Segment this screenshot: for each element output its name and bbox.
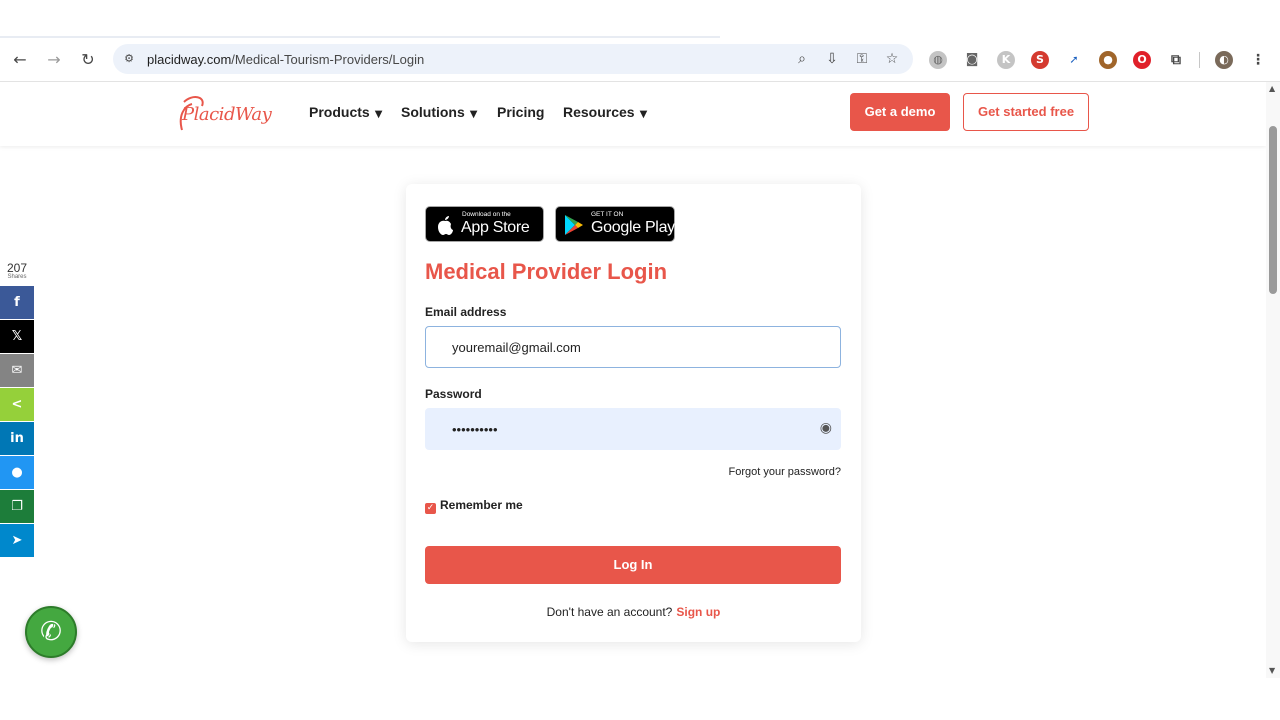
email-value: youremail@gmail.com	[452, 340, 581, 355]
email-share-icon[interactable]: ✉	[0, 354, 34, 387]
google-play-big-text: Google Play	[591, 219, 675, 236]
facebook-share-icon[interactable]: f	[0, 286, 34, 319]
camera-extension-icon[interactable]: ◙	[963, 51, 981, 69]
nav-solutions[interactable]: Solutions ▼	[401, 104, 477, 120]
no-account-text: Don't have an account?	[546, 605, 673, 619]
scroll-down-arrow-icon[interactable]: ▼	[1269, 666, 1275, 675]
url-host: placidway.com	[147, 52, 232, 67]
show-password-eye-icon[interactable]: ◉	[820, 420, 832, 436]
address-bar[interactable]: ⚙ placidway.com/Medical-Tourism-Provider…	[113, 44, 913, 74]
placidway-logo[interactable]: PlacidWay	[178, 92, 272, 132]
opera-extension-icon[interactable]: O	[1133, 51, 1151, 69]
copy-share-icon[interactable]: ❐	[0, 490, 34, 523]
reload-icon[interactable]: ↻	[76, 48, 100, 72]
email-label: Email address	[425, 305, 507, 319]
checkbox-checked-icon[interactable]: ✓	[425, 503, 436, 514]
chevron-down-icon: ▼	[639, 109, 648, 120]
page-title: Medical Provider Login	[425, 259, 668, 284]
forgot-password-link[interactable]: Forgot your password?	[729, 466, 842, 478]
share-count-number: 207	[6, 261, 28, 275]
browser-toolbar: ← → ↻ ⚙ placidway.com/Medical-Tourism-Pr…	[0, 38, 1280, 82]
email-field[interactable]: youremail@gmail.com	[425, 326, 841, 368]
remember-me-checkbox[interactable]: ✓ Remember me	[425, 498, 523, 514]
scroll-up-arrow-icon[interactable]: ▲	[1269, 84, 1275, 93]
x-share-icon[interactable]: 𝕏	[0, 320, 34, 353]
scrollbar-thumb[interactable]	[1269, 126, 1277, 294]
page-scrollbar[interactable]: ▲ ▼	[1266, 82, 1280, 678]
apple-logo-icon	[438, 216, 453, 235]
url-path: /Medical-Tourism-Providers/Login	[231, 52, 425, 67]
nav-products[interactable]: Products ▼	[309, 104, 382, 120]
nav-resources-label: Resources	[563, 104, 635, 120]
app-store-badge[interactable]: Download on the App Store	[425, 206, 544, 242]
password-label: Password	[425, 387, 482, 401]
forward-arrow-icon[interactable]: →	[42, 48, 66, 72]
phone-call-icon[interactable]: ✆	[25, 606, 77, 658]
chevron-down-icon: ▼	[374, 109, 383, 120]
nav-resources[interactable]: Resources ▼	[563, 104, 647, 120]
translate-extension-icon[interactable]: ◍	[929, 51, 947, 69]
telegram-share-icon[interactable]: ➤	[0, 524, 34, 557]
app-store-big-text: App Store	[461, 219, 530, 236]
google-play-badge[interactable]: GET IT ON Google Play	[555, 206, 675, 242]
nav-pricing[interactable]: Pricing	[497, 104, 544, 120]
share-count: 207 Shares	[4, 262, 30, 281]
signup-row: Don't have an account? Sign up	[406, 605, 861, 619]
linkedin-share-icon[interactable]: in	[0, 422, 34, 455]
k-extension-icon[interactable]: K	[997, 51, 1015, 69]
login-card: Download on the App Store GET IT ON Goog…	[406, 184, 861, 642]
nav-pricing-label: Pricing	[497, 104, 545, 120]
nav-products-label: Products	[309, 104, 370, 120]
url-text[interactable]: placidway.com/Medical-Tourism-Providers/…	[147, 52, 424, 67]
password-value: ••••••••••	[452, 422, 498, 437]
chevron-down-icon: ▼	[469, 109, 478, 120]
cookie-extension-icon[interactable]: ●	[1099, 51, 1117, 69]
logo-text: PlacidWay	[182, 104, 272, 125]
zoom-icon[interactable]: ⌕	[793, 50, 811, 68]
back-arrow-icon[interactable]: ←	[8, 48, 32, 72]
toolbar-separator	[1199, 52, 1200, 68]
bookmark-star-icon[interactable]: ☆	[883, 50, 901, 68]
get-demo-button[interactable]: Get a demo	[850, 93, 950, 131]
google-play-icon	[565, 215, 583, 235]
password-field[interactable]: •••••••••• ◉	[425, 408, 841, 450]
extensions-puzzle-icon[interactable]: ⧉	[1167, 51, 1185, 69]
site-header: PlacidWay Products ▼ Solutions ▼ Pricing R…	[0, 82, 1266, 146]
password-key-icon[interactable]: ⚿	[853, 50, 871, 68]
messenger-share-icon[interactable]: ●	[0, 456, 34, 489]
arrow-extension-icon[interactable]: ➚	[1065, 51, 1083, 69]
share-count-label: Shares	[7, 274, 27, 280]
s-extension-icon[interactable]: S	[1031, 51, 1049, 69]
remember-me-label: Remember me	[440, 498, 523, 512]
nav-solutions-label: Solutions	[401, 104, 465, 120]
install-app-icon[interactable]: ⇩	[823, 50, 841, 68]
google-play-small-text: GET IT ON	[591, 211, 624, 218]
menu-kebab-icon[interactable]: ⋮	[1249, 51, 1267, 69]
page-viewport: PlacidWay Products ▼ Solutions ▼ Pricing R…	[0, 82, 1266, 678]
log-in-button[interactable]: Log In	[425, 546, 841, 584]
get-started-button[interactable]: Get started free	[963, 93, 1089, 131]
sign-up-link[interactable]: Sign up	[676, 605, 720, 619]
profile-avatar-icon[interactable]: ◐	[1215, 51, 1233, 69]
app-store-small-text: Download on the	[462, 211, 511, 218]
site-settings-icon[interactable]: ⚙	[121, 51, 137, 67]
sharethis-share-icon[interactable]: <	[0, 388, 34, 421]
tab-strip	[0, 0, 1280, 38]
